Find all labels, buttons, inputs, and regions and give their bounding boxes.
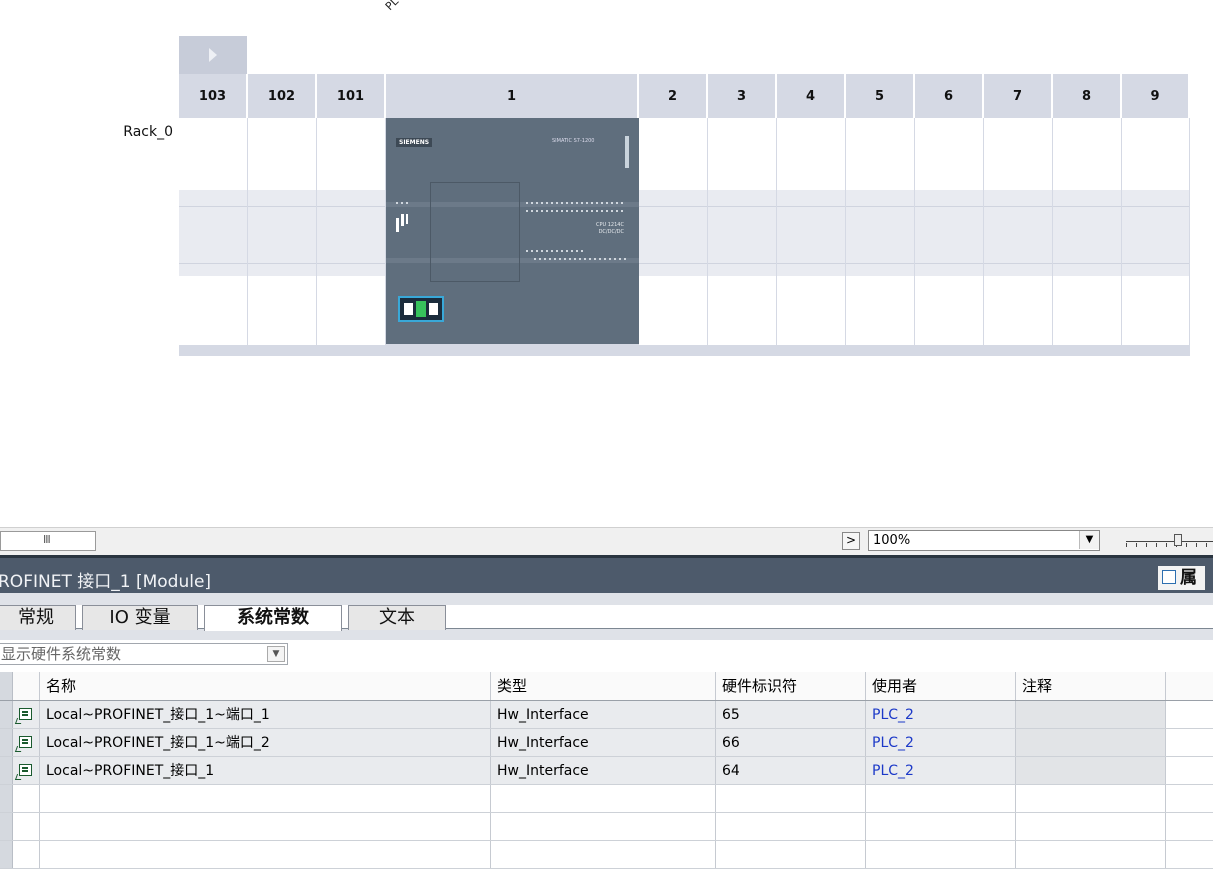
zoom-slider-thumb[interactable] [1174, 534, 1182, 546]
cell-comment[interactable] [1016, 701, 1166, 728]
plc-name-label[interactable]: PLC_ [383, 0, 411, 13]
table-row-empty[interactable] [0, 785, 1213, 813]
io-led-row [526, 250, 586, 252]
slot-header-2: 2 [639, 74, 708, 118]
cell-used-by-link[interactable]: PLC_2 [866, 701, 1016, 728]
module-cover [430, 182, 520, 282]
slot-103[interactable] [179, 118, 248, 356]
slot-4[interactable] [777, 118, 846, 356]
scroll-grip-icon: III [43, 533, 51, 546]
io-led-row [526, 210, 626, 212]
tab-bar: 常规 IO 变量 系统常数 文本 [0, 593, 1213, 640]
slot-5[interactable] [846, 118, 915, 356]
io-led-row [526, 202, 626, 204]
tab-system-constants[interactable]: 系统常数 [204, 605, 342, 631]
cpu-model-text: SIMATIC S7-1200 [552, 138, 595, 144]
filter-bar: 显示硬件系统常数 ▼ [0, 640, 1213, 672]
slot-header-102: 102 [248, 74, 317, 118]
table-row[interactable]: Local~PROFINET_接口_1~端口_2 Hw_Interface 66… [0, 729, 1213, 757]
slot-2[interactable] [639, 118, 708, 356]
filter-value: 显示硬件系统常数 [1, 645, 122, 663]
constant-filter-select[interactable]: 显示硬件系统常数 ▼ [0, 643, 288, 665]
system-constant-icon [19, 708, 32, 720]
slot-102[interactable] [248, 118, 317, 356]
tab-texts[interactable]: 文本 [348, 605, 446, 630]
slot-9[interactable] [1122, 118, 1190, 356]
table-row-empty[interactable] [0, 813, 1213, 841]
triangle-right-icon [209, 48, 217, 62]
system-constant-icon [19, 736, 32, 748]
cell-type[interactable]: Hw_Interface [491, 757, 716, 784]
system-constant-icon [19, 764, 32, 776]
system-constants-table: 名称 类型 硬件标识符 使用者 注释 Local~PROFINET_接口_1~端… [0, 672, 1213, 869]
slot-8[interactable] [1053, 118, 1122, 356]
cell-hw-id[interactable]: 64 [716, 757, 866, 784]
cell-hw-id[interactable]: 65 [716, 701, 866, 728]
slot-header-9: 9 [1122, 74, 1190, 118]
slot-header-7: 7 [984, 74, 1053, 118]
zoom-dropdown-button[interactable]: ▼ [1079, 531, 1099, 549]
tab-general[interactable]: 常规 [0, 605, 76, 630]
column-header-used-by[interactable]: 使用者 [866, 672, 1016, 700]
cpu-slot-bottom [386, 344, 639, 356]
slot-header-101: 101 [317, 74, 386, 118]
slot-header-103: 103 [179, 74, 248, 118]
cell-comment[interactable] [1016, 729, 1166, 756]
slot-header-3: 3 [708, 74, 777, 118]
slot-header-8: 8 [1053, 74, 1122, 118]
rack-name: Rack_0 [123, 124, 173, 140]
slot-header-1: 1 [386, 74, 639, 118]
cell-name[interactable]: Local~PROFINET_接口_1~端口_2 [40, 729, 491, 756]
chevron-down-icon[interactable]: ▼ [267, 646, 285, 662]
properties-tab[interactable]: 属 [1158, 566, 1205, 590]
column-header-name[interactable]: 名称 [40, 672, 491, 700]
view-toolbar: III > 100% ▼ [0, 527, 1213, 555]
table-row[interactable]: Local~PROFINET_接口_1~端口_1 Hw_Interface 65… [0, 701, 1213, 729]
status-led-strip [625, 136, 629, 168]
zoom-level-field[interactable]: 100% [868, 530, 1100, 551]
slot-header-6: 6 [915, 74, 984, 118]
scroll-right-button[interactable]: > [842, 532, 860, 550]
column-header-hw-id[interactable]: 硬件标识符 [716, 672, 866, 700]
cell-type[interactable]: Hw_Interface [491, 729, 716, 756]
device-icon [396, 214, 408, 232]
column-header-comment[interactable]: 注释 [1016, 672, 1166, 700]
siemens-logo: SIEMENS [396, 138, 433, 147]
cell-comment[interactable] [1016, 757, 1166, 784]
status-led-row [396, 202, 410, 204]
profinet-port-icon[interactable] [398, 296, 444, 322]
cell-used-by-link[interactable]: PLC_2 [866, 757, 1016, 784]
column-header-type[interactable]: 类型 [491, 672, 716, 700]
cell-used-by-link[interactable]: PLC_2 [866, 729, 1016, 756]
slot-6[interactable] [915, 118, 984, 356]
slot-3[interactable] [708, 118, 777, 356]
properties-icon [1162, 570, 1176, 584]
slot-7[interactable] [984, 118, 1053, 356]
io-led-row [534, 258, 626, 260]
tab-io-tags[interactable]: IO 变量 [82, 605, 198, 630]
slot-101[interactable] [317, 118, 386, 356]
cell-hw-id[interactable]: 66 [716, 729, 866, 756]
expand-rack-button[interactable] [179, 36, 247, 74]
properties-tab-label: 属 [1180, 568, 1197, 588]
horizontal-scrollbar[interactable]: III [0, 531, 96, 551]
cpu-module[interactable]: SIEMENS SIMATIC S7-1200 CPU 1214C DC/DC/D… [386, 118, 639, 344]
zoom-slider[interactable] [1126, 532, 1213, 550]
cell-name[interactable]: Local~PROFINET_接口_1~端口_1 [40, 701, 491, 728]
slot-header-4: 4 [777, 74, 846, 118]
table-row[interactable]: Local~PROFINET_接口_1 Hw_Interface 64 PLC_… [0, 757, 1213, 785]
table-row-empty[interactable] [0, 841, 1213, 869]
device-view[interactable]: PLC_ Rack_0 103 102 101 1 2 3 4 5 6 7 8 … [0, 0, 1213, 527]
cpu-type-text: CPU 1214C DC/DC/DC [596, 222, 624, 235]
cell-name[interactable]: Local~PROFINET_接口_1 [40, 757, 491, 784]
cell-type[interactable]: Hw_Interface [491, 701, 716, 728]
table-header: 名称 类型 硬件标识符 使用者 注释 [0, 672, 1213, 701]
zoom-value: 100% [873, 533, 911, 548]
properties-title-bar: ROFINET 接口_1 [Module] 属 [0, 555, 1213, 593]
properties-title: ROFINET 接口_1 [Module] [0, 572, 212, 592]
slot-header-5: 5 [846, 74, 915, 118]
